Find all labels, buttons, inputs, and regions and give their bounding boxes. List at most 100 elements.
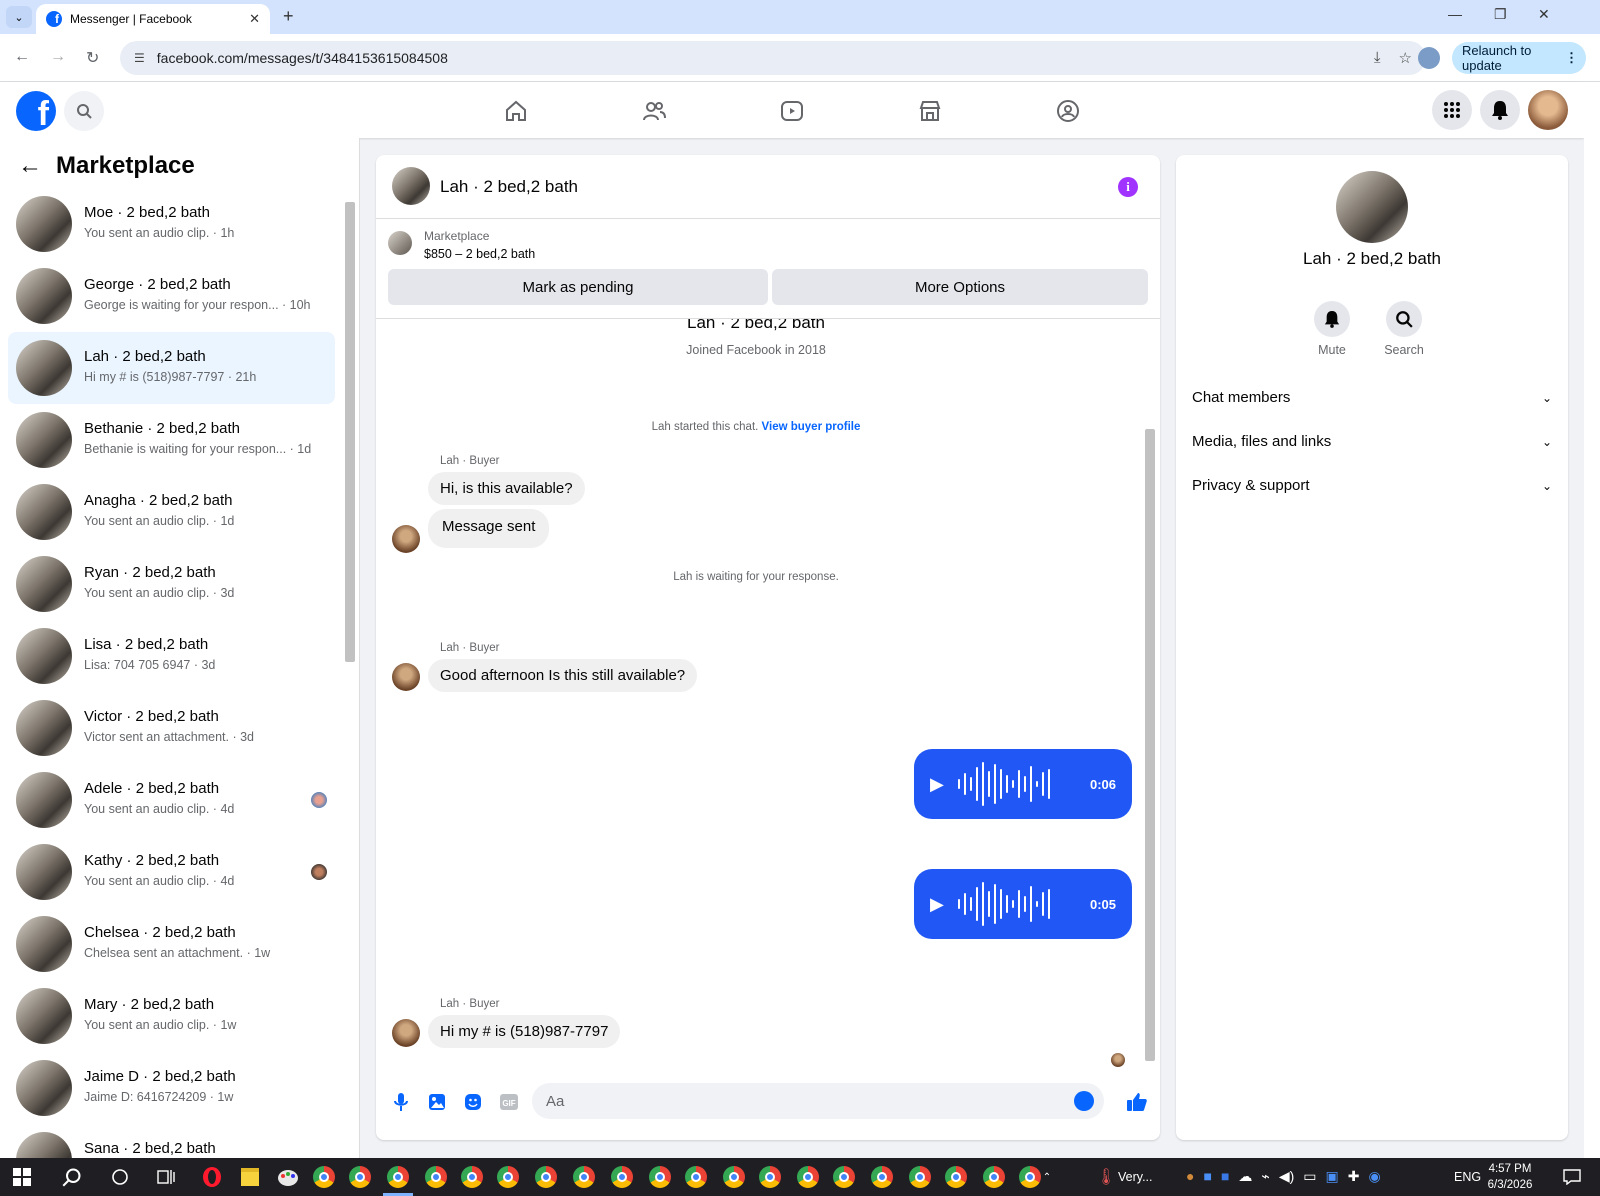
conversation-item[interactable]: Jaime D · 2 bed,2 bath Jaime D: 641672420… [8, 1052, 335, 1124]
chat-avatar[interactable] [392, 167, 430, 205]
browser-menu-icon[interactable]: ⋮ [1565, 50, 1578, 66]
conversation-item[interactable]: Bethanie · 2 bed,2 bath Bethanie is waiti… [8, 404, 335, 476]
app-tray-icon[interactable]: ■ [1203, 1168, 1211, 1185]
chrome-icon[interactable] [494, 1163, 522, 1191]
weather-text[interactable]: Very... [1118, 1170, 1153, 1184]
conversation-item[interactable]: Victor · 2 bed,2 bath Victor sent an atta… [8, 692, 335, 764]
view-buyer-profile-link[interactable]: View buyer profile [762, 421, 861, 433]
chrome-icon[interactable] [980, 1163, 1008, 1191]
play-icon[interactable]: ▶ [930, 774, 944, 795]
conversation-item[interactable]: Kathy · 2 bed,2 bath You sent an audio cl… [8, 836, 335, 908]
conversation-info-icon[interactable]: i [1118, 177, 1138, 197]
chrome-icon[interactable] [906, 1163, 934, 1191]
display-icon[interactable]: ▭ [1303, 1168, 1316, 1185]
app-tray-icon[interactable]: ◉ [1368, 1168, 1380, 1185]
notifications-bell-icon[interactable] [1480, 90, 1520, 130]
photo-icon[interactable] [426, 1091, 448, 1113]
chrome-icon[interactable] [794, 1163, 822, 1191]
listing-thumbnail[interactable] [388, 231, 412, 255]
chrome-icon[interactable] [682, 1163, 710, 1191]
back-icon[interactable]: ← [14, 48, 30, 66]
incoming-message[interactable]: Hi my # is (518)987-7797 [428, 1015, 621, 1048]
conversation-item[interactable]: George · 2 bed,2 bath George is waiting f… [8, 260, 335, 332]
sticker-icon[interactable] [462, 1091, 484, 1113]
conversation-item[interactable]: Anagha · 2 bed,2 bath You sent an audio c… [8, 476, 335, 548]
language-indicator[interactable]: ENG [1454, 1170, 1481, 1184]
chrome-icon[interactable] [458, 1163, 486, 1191]
tab-search-chevron-icon[interactable]: ⌄ [6, 6, 32, 28]
back-arrow-icon[interactable]: ← [18, 152, 42, 180]
search-in-conversation-button[interactable]: Search [1364, 301, 1444, 357]
emoji-icon[interactable] [1074, 1091, 1094, 1111]
taskbar-overflow-chevron-icon[interactable]: ⌃ [1040, 1163, 1054, 1191]
chat-title[interactable]: Lah · 2 bed,2 bath [440, 177, 578, 197]
conversation-item[interactable]: Ryan · 2 bed,2 bath You sent an audio cli… [8, 548, 335, 620]
marketplace-icon[interactable] [913, 94, 947, 128]
bookmark-star-icon[interactable]: ☆ [1399, 49, 1412, 67]
security-icon[interactable]: ✚ [1348, 1168, 1360, 1185]
relaunch-button[interactable]: Relaunch to update ⋮ [1452, 42, 1586, 74]
gif-icon[interactable]: GIF [498, 1091, 520, 1113]
chrome-icon[interactable] [532, 1163, 560, 1191]
browser-profile-icon[interactable] [1418, 47, 1440, 69]
conversation-item-active[interactable]: Lah · 2 bed,2 bath Hi my # is (518)987-77… [8, 332, 335, 404]
details-avatar[interactable] [1336, 171, 1408, 243]
friends-icon[interactable] [637, 94, 671, 128]
address-bar[interactable]: ☰ facebook.com/messages/t/34841536150845… [120, 41, 1426, 75]
chrome-icon[interactable] [310, 1163, 338, 1191]
app-tray-icon[interactable]: ▣ [1326, 1168, 1339, 1185]
chrome-icon[interactable] [608, 1163, 636, 1191]
facebook-search-icon[interactable] [64, 91, 104, 131]
task-view-icon[interactable] [152, 1163, 180, 1191]
incoming-message[interactable]: Hi, is this available? [428, 472, 585, 505]
media-files-links-section[interactable]: Media, files and links ⌄ [1192, 433, 1552, 450]
incoming-message[interactable]: Good afternoon Is this still available? [428, 659, 698, 692]
microphone-icon[interactable] [390, 1091, 412, 1113]
app-tray-icon[interactable]: ■ [1221, 1168, 1229, 1185]
thumbs-up-icon[interactable] [1126, 1091, 1148, 1113]
conversation-item[interactable]: Mary · 2 bed,2 bath You sent an audio cli… [8, 980, 335, 1052]
outgoing-audio-message[interactable]: ▶ 0:06 [914, 749, 1132, 819]
privacy-support-section[interactable]: Privacy & support ⌄ [1192, 477, 1552, 494]
minimize-icon[interactable]: — [1448, 6, 1462, 22]
taskbar-search-icon[interactable] [58, 1163, 86, 1191]
restore-icon[interactable]: ❐ [1494, 6, 1507, 23]
listing-price-title[interactable]: $850 – 2 bed,2 bath [424, 247, 535, 261]
chrome-icon[interactable] [720, 1163, 748, 1191]
chrome-icon[interactable] [346, 1163, 374, 1191]
conversation-item[interactable]: Sana · 2 bed,2 bath [8, 1124, 335, 1158]
volume-icon[interactable]: ◀) [1279, 1168, 1294, 1185]
video-icon[interactable] [775, 94, 809, 128]
cortana-icon[interactable] [106, 1163, 134, 1191]
thread-scroll-thumb[interactable] [1145, 429, 1155, 1061]
chrome-icon[interactable] [646, 1163, 674, 1191]
opera-icon[interactable] [198, 1163, 226, 1191]
new-tab-icon[interactable]: + [283, 6, 294, 27]
tab-close-icon[interactable]: ✕ [249, 11, 260, 27]
outgoing-audio-message[interactable]: ▶ 0:05 [914, 869, 1132, 939]
sidebar-scrollbar[interactable] [345, 188, 355, 1148]
page-scrollbar[interactable] [1584, 82, 1600, 1158]
chrome-icon[interactable] [942, 1163, 970, 1191]
site-settings-icon[interactable]: ☰ [134, 51, 145, 65]
chrome-icon-active[interactable] [384, 1163, 412, 1191]
sidebar-scroll-thumb[interactable] [345, 202, 355, 662]
thread-scrollbar[interactable] [1144, 319, 1156, 1071]
chrome-icon[interactable] [570, 1163, 598, 1191]
message-input[interactable]: Aa [532, 1083, 1104, 1119]
contact-avatar[interactable] [392, 663, 420, 691]
action-center-icon[interactable] [1558, 1163, 1586, 1191]
details-name[interactable]: Lah · 2 bed,2 bath [1176, 249, 1568, 269]
forward-icon[interactable]: → [50, 48, 66, 66]
play-icon[interactable]: ▶ [930, 894, 944, 915]
system-clock[interactable]: 4:57 PM 6/3/2026 [1480, 1161, 1540, 1193]
menu-grid-icon[interactable] [1432, 90, 1472, 130]
onedrive-icon[interactable]: ☁ [1238, 1168, 1252, 1185]
chrome-icon[interactable] [422, 1163, 450, 1191]
mark-as-pending-button[interactable]: Mark as pending [388, 269, 768, 305]
reload-icon[interactable]: ↻ [86, 48, 99, 68]
conversation-item[interactable]: Adele · 2 bed,2 bath You sent an audio cl… [8, 764, 335, 836]
conversation-item[interactable]: Lisa · 2 bed,2 bath Lisa: 704 705 6947 · … [8, 620, 335, 692]
contact-avatar[interactable] [392, 1019, 420, 1047]
conversation-item[interactable]: Chelsea · 2 bed,2 bath Chelsea sent an at… [8, 908, 335, 980]
